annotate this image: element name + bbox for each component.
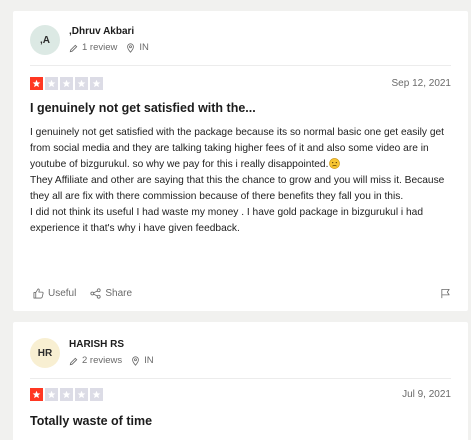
disappointed-face-emoji (329, 158, 341, 169)
pencil-icon (69, 357, 78, 365)
reviewer-stats: 1 review IN (69, 42, 149, 54)
review-paragraph: They Affiliate and other are saying that… (30, 175, 445, 202)
review-title[interactable]: I genuinely not get satisfied with the..… (30, 100, 451, 116)
review-title[interactable]: Totally waste of time (30, 413, 451, 429)
share-button[interactable]: Share (90, 288, 132, 299)
review-paragraph: I genuinely not get satisfied with the p… (30, 127, 444, 170)
review-date: Jul 9, 2021 (402, 389, 451, 400)
star-rating (30, 77, 103, 90)
location-pin-icon (127, 43, 135, 53)
avatar[interactable]: ,A (30, 25, 60, 55)
star-icon (75, 388, 88, 401)
star-rating (30, 388, 103, 401)
share-icon (90, 288, 101, 299)
review-count: 1 review (69, 42, 117, 54)
reviewer-name[interactable]: HARISH RS (69, 339, 154, 351)
star-icon (90, 77, 103, 90)
star-icon (90, 388, 103, 401)
avatar[interactable]: HR (30, 338, 60, 368)
reviewer-name[interactable]: ,Dhruv Akbari (69, 26, 149, 38)
star-icon (60, 388, 73, 401)
star-icon (45, 77, 58, 90)
star-icon (60, 77, 73, 90)
flag-icon (441, 288, 450, 299)
review-count-label: 2 reviews (82, 355, 123, 366)
reviewer-country: IN (131, 355, 154, 367)
reviewer-info[interactable]: ,A ,Dhruv Akbari 1 review IN (30, 25, 149, 55)
reviewer-stats: 2 reviews IN (69, 355, 154, 367)
location-pin-icon (132, 356, 139, 366)
rating-row: Sep 12, 2021 (30, 77, 451, 90)
reviews-page: ,A ,Dhruv Akbari 1 review IN Sep 12, 202… (0, 0, 471, 440)
report-flag-button[interactable] (440, 288, 451, 299)
reviewer-country: IN (126, 42, 149, 54)
star-icon (30, 388, 43, 401)
star-icon (30, 77, 43, 90)
review-actions: Useful Share (33, 288, 451, 299)
review-date: Sep 12, 2021 (391, 78, 452, 89)
rating-row: Jul 9, 2021 (30, 388, 451, 401)
reviewer-meta: HARISH RS 2 reviews IN (69, 339, 154, 367)
share-label: Share (105, 288, 133, 299)
pencil-icon (69, 44, 78, 52)
useful-button[interactable]: Useful (33, 288, 76, 299)
thumbs-up-icon (33, 288, 44, 299)
country-label: IN (139, 42, 149, 53)
review-count: 2 reviews (69, 355, 122, 367)
review-body: I genuinely not get satisfied with the p… (30, 125, 456, 237)
star-icon (75, 77, 88, 90)
star-icon (45, 388, 58, 401)
divider (30, 65, 451, 66)
review-paragraph: I did not think its useful I had waste m… (30, 207, 424, 234)
review-card: HR HARISH RS 2 reviews IN Jul 9, 2021 To… (13, 322, 468, 440)
useful-label: Useful (48, 288, 77, 299)
review-count-label: 1 review (82, 42, 118, 53)
reviewer-info[interactable]: HR HARISH RS 2 reviews IN (30, 338, 154, 368)
review-card: ,A ,Dhruv Akbari 1 review IN Sep 12, 202… (13, 11, 468, 311)
reviewer-meta: ,Dhruv Akbari 1 review IN (69, 26, 149, 54)
country-label: IN (144, 355, 154, 366)
divider (30, 378, 451, 379)
